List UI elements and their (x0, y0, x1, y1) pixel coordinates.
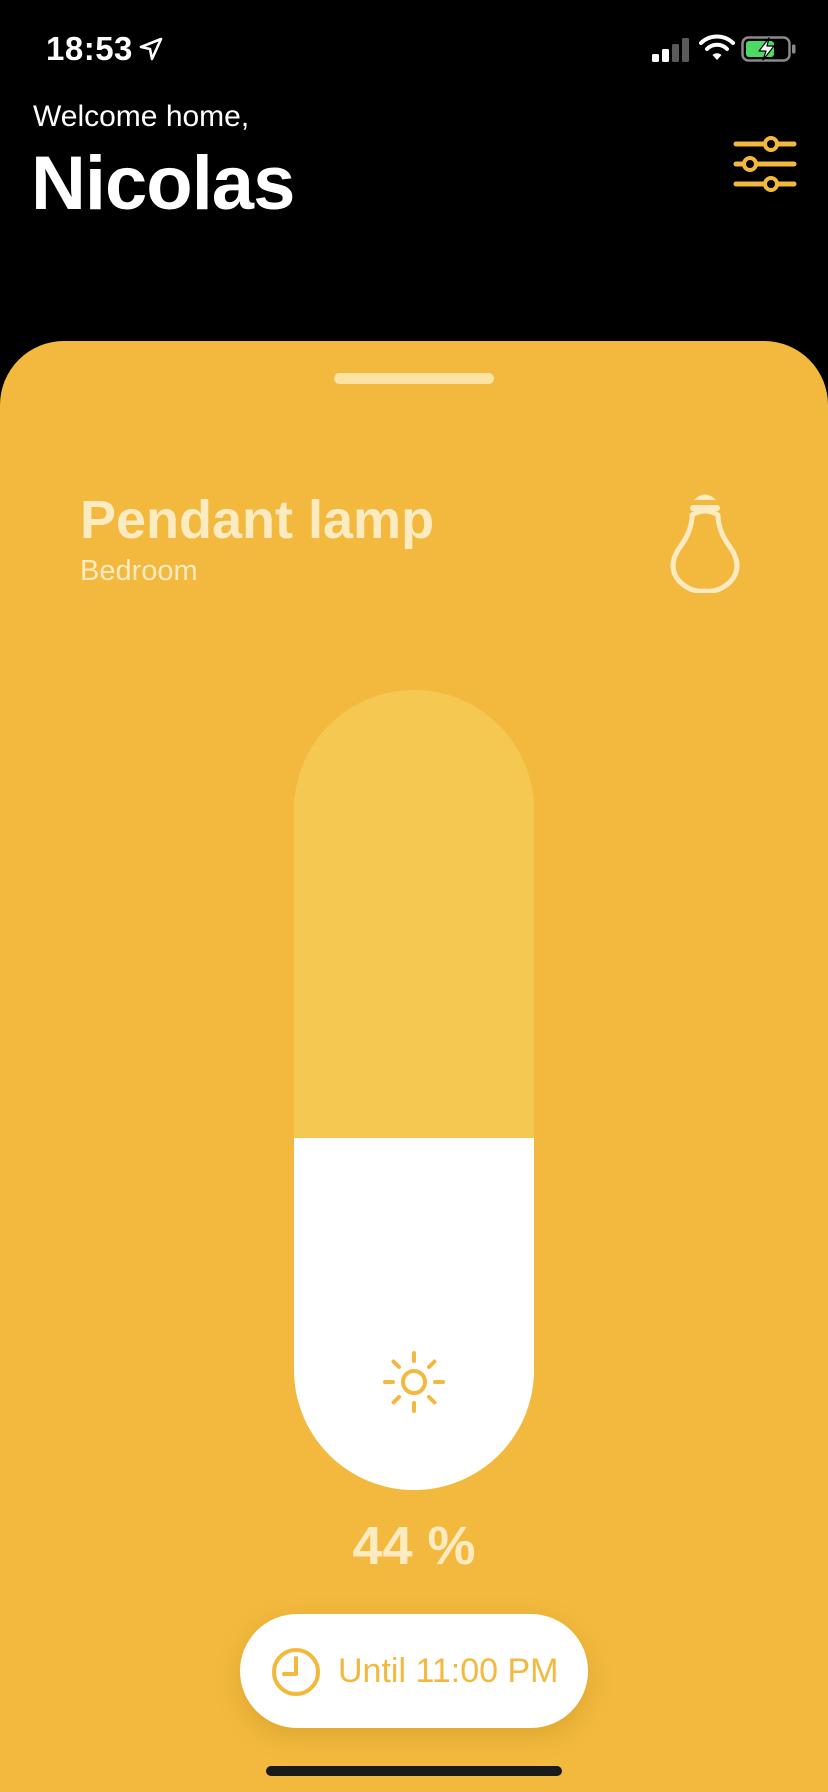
cellular-signal-icon (652, 38, 689, 62)
device-card: Pendant lamp Bedroom 44 % Until 11:00 PM (0, 341, 828, 1792)
brightness-value: 44 % (352, 1516, 476, 1576)
greeting-text: Welcome home, (33, 100, 250, 133)
sliders-icon (733, 136, 797, 192)
wifi-icon (699, 34, 735, 60)
timer-button[interactable]: Until 11:00 PM (240, 1614, 588, 1728)
location-arrow-icon (139, 37, 163, 61)
screen: 18:53 Welcome home, Nicolas Pendant lamp… (0, 0, 828, 1792)
status-time: 18:53 (46, 30, 133, 67)
sun-icon (383, 1351, 445, 1413)
status-bar: 18:53 (0, 0, 828, 100)
brightness-slider[interactable] (294, 690, 534, 1490)
home-indicator (266, 1766, 562, 1776)
device-name: Pendant lamp (80, 490, 435, 550)
settings-button[interactable] (730, 130, 800, 200)
brightness-slider-fill (294, 1138, 534, 1490)
sheet-grabber[interactable] (334, 373, 494, 384)
clock-icon (272, 1648, 320, 1696)
timer-label: Until 11:00 PM (338, 1652, 559, 1690)
user-name: Nicolas (31, 141, 295, 226)
battery-charging-icon (741, 36, 796, 62)
device-room: Bedroom (80, 555, 198, 587)
light-bulb-icon[interactable] (660, 487, 750, 593)
